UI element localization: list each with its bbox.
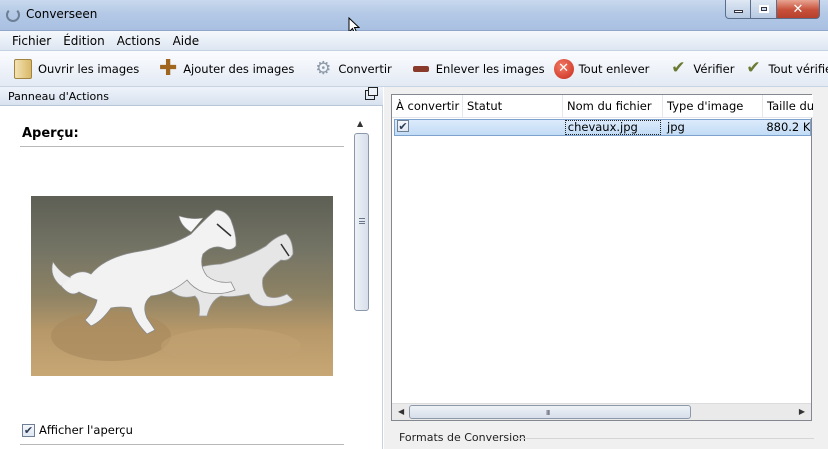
menu-actions[interactable]: Actions [111, 34, 167, 48]
open-images-icon [12, 58, 34, 80]
close-button[interactable]: ✕ [777, 0, 820, 19]
check-all-label: Tout vérifier [768, 61, 828, 76]
file-list[interactable]: À convertir Statut Nom du fichier Type d… [391, 94, 813, 421]
remove-images-label: Enlever les images [435, 61, 545, 76]
file-list-header: À convertir Statut Nom du fichier Type d… [392, 95, 813, 118]
menu-aide[interactable]: Aide [167, 34, 206, 48]
scrollbar-thumb[interactable]: III [409, 405, 691, 419]
check-label: Vérifier [693, 61, 735, 76]
check-all-button[interactable]: ✔ Tout vérifier [738, 55, 828, 83]
row-status-cell [465, 120, 564, 135]
row-type-cell: jpg [667, 120, 685, 134]
menu-fichier[interactable]: Fichier [6, 34, 57, 48]
column-header-size[interactable]: Taille du [763, 95, 813, 118]
check-icon: ✔ [671, 58, 686, 78]
divider [20, 146, 344, 147]
file-list-area: À convertir Statut Nom du fichier Type d… [384, 87, 828, 449]
column-header-status[interactable]: Statut [463, 95, 563, 118]
close-icon: ✕ [792, 1, 804, 17]
actions-panel-title: Panneau d'Actions [8, 90, 109, 103]
show-preview-checkbox[interactable]: ✔ Afficher l'aperçu [22, 423, 133, 437]
column-header-to-convert[interactable]: À convertir [392, 95, 463, 118]
column-header-image-type[interactable]: Type d'image [663, 95, 763, 118]
minimize-icon [733, 10, 743, 13]
converseen-app-icon [6, 8, 20, 22]
conversion-formats-label: Formats de Conversion [399, 431, 526, 444]
window-title: Converseen [26, 7, 98, 21]
convert-label: Convertir [338, 61, 392, 76]
minimize-button[interactable] [725, 0, 751, 19]
scrollbar-grip-icon [359, 218, 365, 224]
menu-edition[interactable]: Édition [57, 34, 111, 48]
scrollbar-thumb[interactable] [354, 133, 369, 311]
add-images-label: Ajouter des images [183, 61, 295, 76]
row-checkbox[interactable]: ✔ [397, 120, 409, 132]
open-images-button[interactable]: Ouvrir les images [8, 55, 143, 83]
scrollbar-grip-icon: III [546, 409, 550, 417]
title-bar[interactable]: Converseen ✕ [0, 0, 828, 35]
add-images-icon: ✚ [158, 55, 178, 81]
menu-bar: Fichier Édition Actions Aide [0, 31, 828, 51]
scroll-right-arrow-icon[interactable]: ▶ [799, 407, 805, 416]
check-all-icon: ✔ [746, 58, 761, 78]
horses-preview-image [31, 196, 333, 376]
maximize-icon [758, 5, 769, 13]
panel-float-icon[interactable] [365, 87, 378, 100]
remove-all-label: Tout enlever [578, 61, 650, 76]
scroll-up-arrow-icon[interactable]: ▲ [357, 119, 363, 128]
checkbox-checked-icon[interactable]: ✔ [22, 423, 35, 437]
check-button[interactable]: ✔ Vérifier [663, 55, 738, 83]
maximize-button[interactable] [751, 0, 777, 19]
remove-all-button[interactable]: ✕ Tout enlever [549, 55, 654, 83]
toolbar: Ouvrir les images ✚ Ajouter des images ⚙… [0, 51, 828, 87]
preview-vertical-scrollbar[interactable]: ▲ [353, 115, 370, 445]
row-filename-cell: chevaux.jpg [564, 120, 662, 135]
convert-gear-icon: ⚙ [315, 57, 332, 79]
file-list-horizontal-scrollbar[interactable]: ◀ III ▶ [392, 403, 811, 420]
open-images-label: Ouvrir les images [38, 61, 140, 76]
actions-panel: Panneau d'Actions Aperçu: ✔ Afficher l'a… [0, 87, 383, 449]
divider [514, 438, 814, 439]
remove-images-button[interactable]: Enlever les images [406, 55, 549, 83]
actions-panel-header: Panneau d'Actions [0, 87, 383, 106]
row-to-convert-cell: ✔ [395, 120, 465, 135]
preview-title: Aperçu: [22, 126, 79, 141]
scroll-left-arrow-icon[interactable]: ◀ [398, 407, 404, 416]
table-row[interactable]: ✔ chevaux.jpg jpg 880.2 KiB [394, 119, 811, 136]
row-size-cell: 880.2 KiB [766, 120, 810, 134]
remove-image-icon [410, 58, 432, 80]
divider [20, 444, 344, 445]
convert-button[interactable]: ⚙ Convertir [308, 55, 395, 83]
add-images-button[interactable]: ✚ Ajouter des images [153, 55, 298, 83]
remove-all-icon: ✕ [553, 58, 575, 80]
column-header-filename[interactable]: Nom du fichier [563, 95, 663, 118]
show-preview-label: Afficher l'aperçu [39, 423, 133, 437]
